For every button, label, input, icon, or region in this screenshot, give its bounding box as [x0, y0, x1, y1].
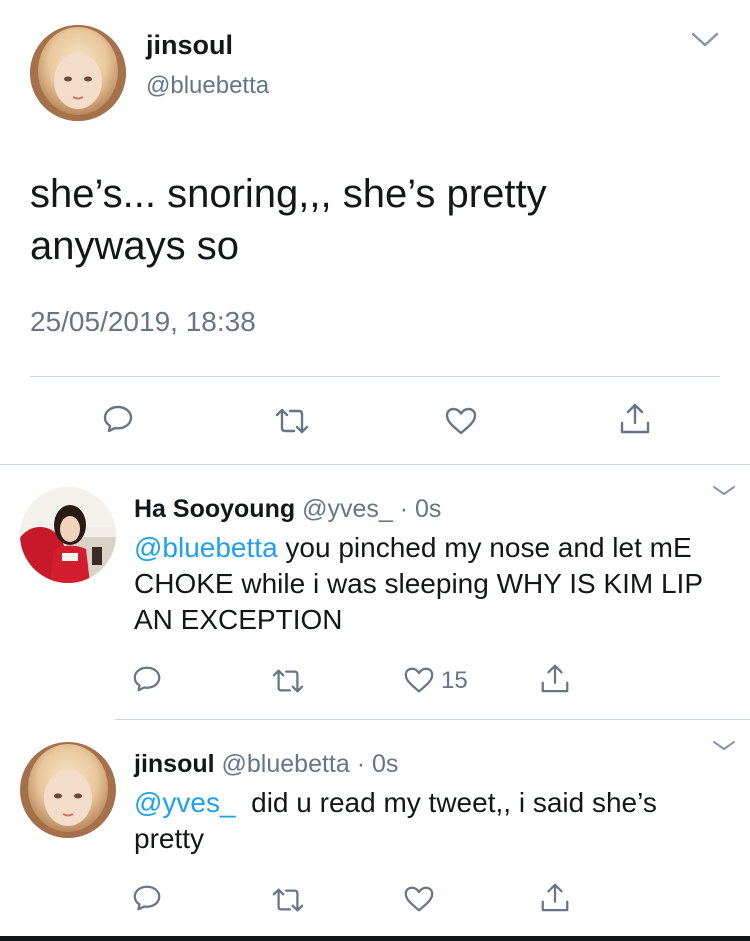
author-avatar[interactable]	[30, 25, 126, 121]
retweet-icon[interactable]	[273, 404, 311, 438]
separator-dot: ·	[399, 495, 409, 523]
author-display-name[interactable]: jinsoul	[146, 30, 233, 61]
like-icon[interactable]	[403, 664, 435, 696]
mention-link[interactable]: @yves_	[134, 787, 236, 818]
reply-avatar[interactable]	[20, 742, 116, 838]
like-icon[interactable]	[403, 883, 435, 915]
chevron-down-icon[interactable]	[690, 30, 720, 50]
like-count: 15	[441, 667, 468, 694]
share-icon[interactable]	[539, 662, 571, 694]
reply-display-name[interactable]: jinsoul	[134, 750, 215, 778]
reply-icon[interactable]	[101, 402, 135, 436]
separator-dot: ·	[356, 750, 366, 778]
divider	[30, 376, 720, 377]
reply-time: 0s	[372, 750, 399, 778]
reply-avatar[interactable]	[20, 487, 116, 583]
reply-header: jinsoul @bluebetta · 0s	[134, 750, 398, 779]
share-icon[interactable]	[618, 401, 652, 435]
reply-icon[interactable]	[131, 882, 163, 914]
chevron-down-icon[interactable]	[712, 484, 736, 498]
reply-icon[interactable]	[131, 663, 163, 695]
reply-handle[interactable]: @bluebetta	[222, 750, 350, 778]
reply-time: 0s	[414, 495, 442, 523]
tweet-text: she’s... snoring,,, she’s pretty anyways…	[30, 172, 547, 268]
divider	[0, 464, 750, 465]
tweet-timestamp: 25/05/2019, 18:38	[30, 306, 256, 337]
author-handle[interactable]: @bluebetta	[146, 72, 269, 100]
reply-handle[interactable]: @yves_	[302, 495, 393, 523]
like-icon[interactable]	[444, 404, 478, 438]
retweet-icon[interactable]	[270, 665, 306, 697]
retweet-icon[interactable]	[270, 884, 306, 916]
reply-text: @yves_ did u read my tweet,, i said she’…	[134, 785, 724, 857]
reply-display-name[interactable]: Ha Sooyoung	[134, 495, 295, 523]
reply-header: Ha Sooyoung @yves_ · 0s	[134, 495, 441, 524]
reply-text: @bluebetta you pinched my nose and let m…	[134, 530, 724, 638]
bottom-edge	[0, 936, 750, 941]
divider	[115, 719, 750, 720]
mention-link[interactable]: @bluebetta	[134, 532, 278, 563]
chevron-down-icon[interactable]	[712, 739, 736, 753]
share-icon[interactable]	[539, 881, 571, 913]
